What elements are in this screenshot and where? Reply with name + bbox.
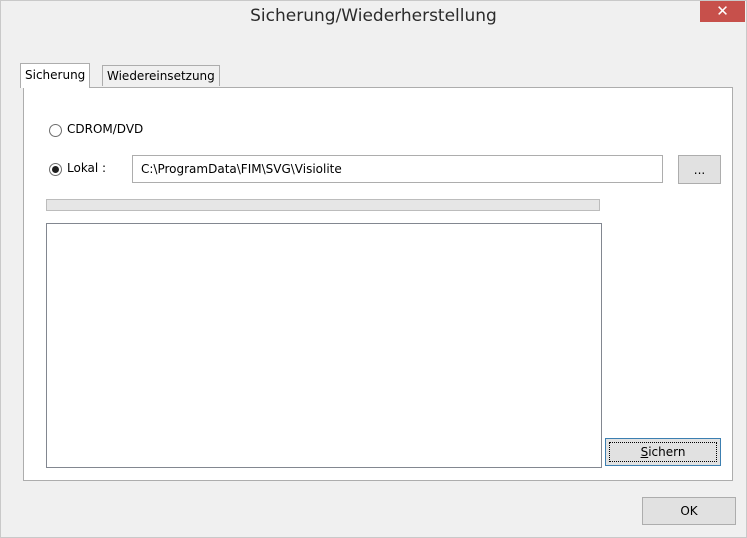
title-bar[interactable]: Sicherung/Wiederherstellung ✕ — [1, 1, 746, 31]
tab-panel: CDROM/DVD Lokal : ... Sichern — [23, 87, 733, 481]
dialog-window: Sicherung/Wiederherstellung ✕ Sicherung … — [0, 0, 747, 538]
window-title: Sicherung/Wiederherstellung — [250, 6, 497, 26]
ok-button[interactable]: OK — [642, 497, 736, 525]
log-output[interactable] — [46, 223, 602, 468]
local-label[interactable]: Lokal : — [67, 161, 106, 175]
browse-button[interactable]: ... — [678, 155, 721, 184]
close-icon: ✕ — [716, 2, 729, 20]
focus-rect — [609, 442, 717, 462]
tab-sicherung[interactable]: Sicherung — [20, 63, 91, 88]
close-button[interactable]: ✕ — [700, 1, 745, 22]
tab-wiedereinsetzung[interactable]: Wiedereinsetzung — [102, 65, 220, 86]
progress-bar — [46, 199, 600, 211]
local-path-input[interactable] — [132, 155, 663, 183]
cdrom-radio[interactable] — [49, 124, 62, 137]
cdrom-label[interactable]: CDROM/DVD — [67, 122, 143, 136]
local-radio[interactable] — [49, 163, 62, 176]
save-button[interactable]: Sichern — [605, 438, 721, 466]
